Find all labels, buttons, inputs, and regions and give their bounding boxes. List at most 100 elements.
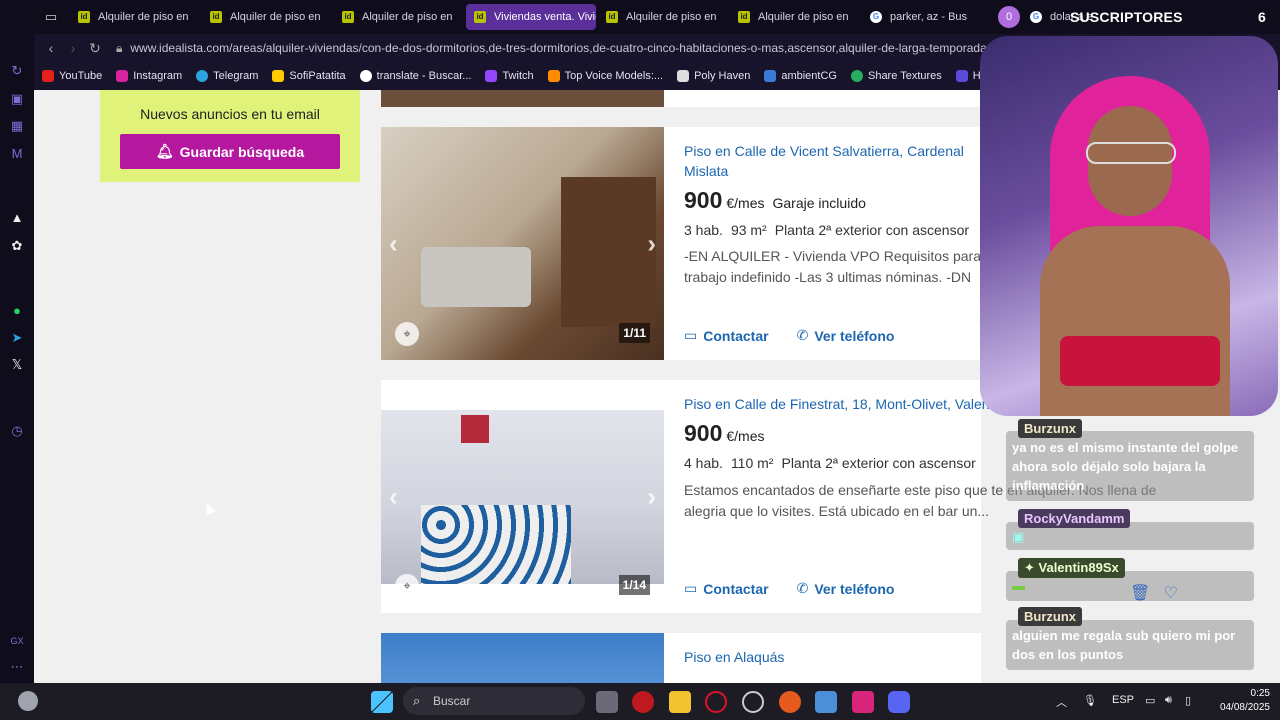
chat-username: RockyVandamm — [1018, 509, 1131, 528]
chat-message: alguien me regala sub quiero mi por dos … — [1006, 620, 1254, 670]
prev-photo-icon[interactable]: ‹ — [389, 482, 398, 513]
more-icon[interactable]: ⋯ — [8, 658, 26, 676]
area: 110 m² — [730, 455, 774, 471]
chatgpt-icon[interactable]: ✿ — [8, 237, 26, 255]
contact-button[interactable]: ▭ Contactar — [684, 327, 769, 344]
task-view-icon[interactable] — [596, 691, 618, 713]
tab-count-badge[interactable]: 0 — [998, 6, 1020, 28]
save-search-button[interactable]: 🔔︎ Guardar búsqueda — [120, 134, 340, 169]
bookmark-translate[interactable]: translate - Buscar... — [359, 70, 471, 82]
forward-icon[interactable]: › — [62, 40, 84, 56]
bookmark-ambientcg[interactable]: ambientCG — [764, 70, 837, 82]
windows-start-icon[interactable] — [371, 691, 393, 713]
network-icon[interactable]: ▭ — [1145, 694, 1155, 707]
bookmark-label: Telegram — [213, 70, 259, 82]
workspace-icon[interactable]: ▦ — [8, 117, 26, 135]
next-photo-icon[interactable]: › — [647, 482, 656, 513]
contact-button[interactable]: ▭ Contactar — [684, 580, 769, 597]
history-icon[interactable]: ◷ — [8, 422, 26, 440]
tab-label: Alquiler de piso en — [626, 11, 717, 23]
listing-title[interactable]: Piso en Calle de Finestrat, 18, Mont-Oli… — [684, 394, 1004, 414]
tab-label: Alquiler de piso en — [362, 11, 453, 23]
opera-gx-icon[interactable] — [705, 691, 727, 713]
weather-icon[interactable] — [18, 691, 38, 711]
microphone-icon[interactable]: 🎙︎ — [1083, 694, 1097, 707]
tab[interactable]: id Alquiler de piso en — [70, 4, 200, 30]
app-pink-icon[interactable] — [852, 691, 874, 713]
url-field[interactable]: 🔒︎ www.idealista.com/areas/alquiler-vivie… — [116, 41, 987, 56]
tab-label: parker, az - Bus — [890, 11, 968, 23]
bookmark-top-voice[interactable]: Top Voice Models:... — [547, 70, 663, 82]
rooms: 4 hab. — [684, 455, 723, 471]
app-a-icon[interactable]: ▲ — [8, 209, 26, 227]
show-phone-button[interactable]: ✆ Ver teléfono — [797, 580, 895, 597]
ambientcg-icon — [764, 70, 777, 82]
listing-card[interactable]: ‹ › ⌖ 1/14 Piso en Calle de Finestrat, 1… — [381, 380, 1156, 613]
idealista-icon: id — [738, 11, 750, 23]
obs-icon[interactable] — [742, 691, 764, 713]
listing-title[interactable]: Piso en Calle de Vicent Salvatierra, Car… — [684, 141, 984, 181]
taskbar-search[interactable]: ⌕ Buscar — [403, 687, 585, 715]
map-pin-icon[interactable]: ⌖ — [395, 322, 419, 346]
prev-photo-icon[interactable]: ‹ — [389, 228, 398, 259]
bookmark-telegram[interactable]: Telegram — [196, 70, 258, 82]
app-orange-icon[interactable] — [779, 691, 801, 713]
tab[interactable]: Gparker, az - Bus — [862, 4, 992, 30]
lock-icon: 🔒︎ — [116, 40, 123, 55]
bookmark-instagram[interactable]: Instagram — [116, 70, 182, 82]
messenger-icon[interactable]: M — [8, 145, 26, 163]
gx-icon[interactable]: GX — [8, 632, 26, 650]
bookmark-share-textures[interactable]: Share Textures — [850, 70, 942, 82]
bookmark-label: YouTube — [59, 70, 103, 82]
bookmark-youtube[interactable]: YouTube — [42, 70, 102, 82]
tab-label: Alquiler de piso en — [758, 11, 849, 23]
idealista-icon: id — [474, 11, 486, 23]
sofa-shape — [421, 247, 531, 307]
trash-icon[interactable]: 🗑︎ — [1130, 585, 1150, 602]
bookmark-twitch[interactable]: Twitch — [485, 70, 534, 82]
bookmark-sofipatatita[interactable]: SofiPatatita — [272, 70, 346, 82]
listing-title[interactable]: Piso en Alaquás — [684, 647, 984, 667]
aria-icon[interactable]: ▣ — [8, 90, 26, 108]
show-phone-button[interactable]: ✆ Ver teléfono — [797, 327, 895, 344]
listing-photo[interactable]: ‹ › ⌖ 1/11 — [381, 127, 664, 360]
tab[interactable]: id Alquiler de piso en — [202, 4, 332, 30]
refresh-feed-icon[interactable]: ↻ — [8, 62, 26, 80]
price-value: 900 — [684, 187, 723, 213]
file-explorer-icon[interactable] — [669, 691, 691, 713]
floor: Planta 2ª exterior con ascensor — [781, 455, 976, 471]
tab[interactable]: id Alquiler de piso en — [598, 4, 728, 30]
language-indicator[interactable]: ESP — [1112, 694, 1134, 706]
app-red-icon[interactable] — [632, 691, 654, 713]
battery-icon[interactable]: ▯ — [1185, 694, 1191, 707]
browser-sidebar: ◯ ↻ ▣ ▦ M ▲ ✿ ● ➤ 𝕏 ◷ GX ⋯ — [0, 0, 34, 683]
tab[interactable]: id Alquiler de piso en — [334, 4, 464, 30]
chat-username: ✦ Valentin89Sx — [1018, 558, 1125, 578]
clock[interactable]: 0:25 04/08/2025 — [1210, 687, 1270, 715]
share-textures-icon — [850, 70, 863, 82]
floor: Planta 2ª exterior con ascensor — [774, 222, 970, 238]
back-icon[interactable]: ‹ — [40, 40, 62, 56]
volume-icon[interactable]: 🔊︎ — [1165, 694, 1172, 707]
tray-chevron-icon[interactable]: ︿ — [1056, 694, 1067, 710]
map-pin-icon[interactable]: ⌖ — [395, 574, 419, 598]
tab-active[interactable]: id Viviendas venta. Vivienda — [466, 4, 596, 30]
listing-card[interactable]: ‹ › ⌖ 1/11 Piso en Calle de Vicent Salva… — [381, 127, 981, 360]
bookmark-poly-haven[interactable]: Poly Haven — [677, 70, 750, 82]
instagram-icon — [116, 70, 129, 82]
listing-photo[interactable] — [381, 633, 664, 683]
listing-card[interactable]: Piso en Alaquás — [381, 633, 981, 683]
reload-icon[interactable]: ↻ — [84, 40, 106, 57]
tab[interactable]: id Alquiler de piso en — [730, 4, 860, 30]
settings-icon[interactable] — [815, 691, 837, 713]
tab-menu-icon[interactable]: ▭ — [34, 4, 68, 30]
phone-label: Ver teléfono — [814, 327, 895, 344]
listing-photo[interactable]: ‹ › ⌖ 1/14 — [381, 410, 664, 598]
email-alert-title: Nuevos anuncios en tu email — [140, 106, 320, 122]
whatsapp-icon[interactable]: ● — [8, 302, 26, 320]
heart-icon[interactable]: ♡ — [1164, 585, 1178, 602]
discord-icon[interactable] — [888, 691, 910, 713]
telegram-icon[interactable]: ➤ — [8, 329, 26, 347]
x-icon[interactable]: 𝕏 — [8, 356, 26, 374]
next-photo-icon[interactable]: › — [647, 228, 656, 259]
